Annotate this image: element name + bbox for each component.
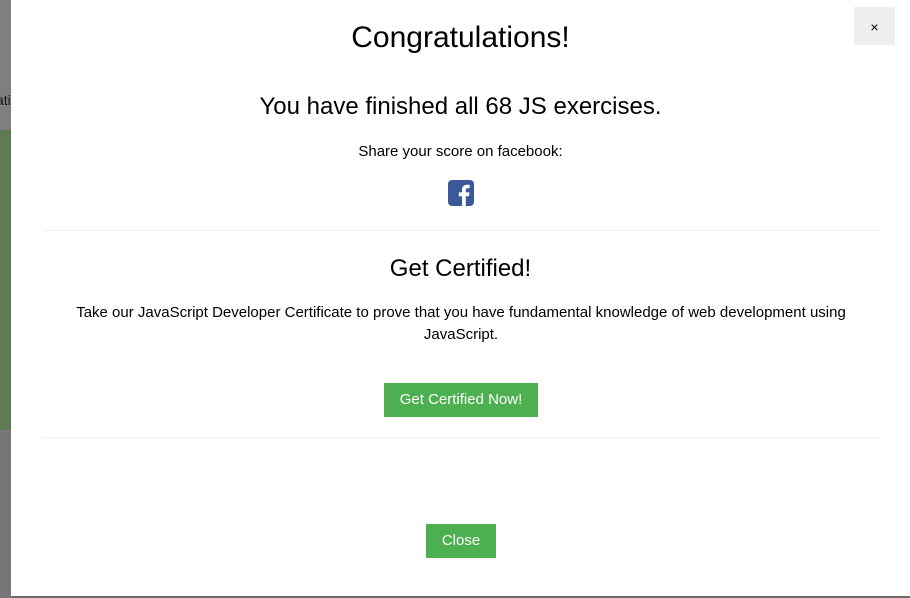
- get-certified-now-button[interactable]: Get Certified Now!: [384, 383, 538, 417]
- share-score-text: Share your score on facebook:: [358, 143, 563, 160]
- background-page: ati: [0, 0, 11, 598]
- background-header: [0, 0, 11, 130]
- get-certified-heading: Get Certified!: [389, 255, 532, 282]
- background-green-panel: [0, 130, 11, 430]
- certificate-description: Take our JavaScript Developer Certificat…: [76, 304, 846, 343]
- divider: [43, 437, 879, 438]
- congratulations-modal: × Congratulations! You have finished all…: [11, 0, 910, 598]
- divider: [43, 230, 879, 231]
- facebook-icon[interactable]: [448, 180, 474, 206]
- background-text: ati: [0, 92, 11, 108]
- close-button[interactable]: Close: [426, 524, 496, 558]
- modal-title: Congratulations!: [351, 21, 570, 54]
- modal-subtitle: You have finished all 68 JS exercises.: [259, 93, 662, 120]
